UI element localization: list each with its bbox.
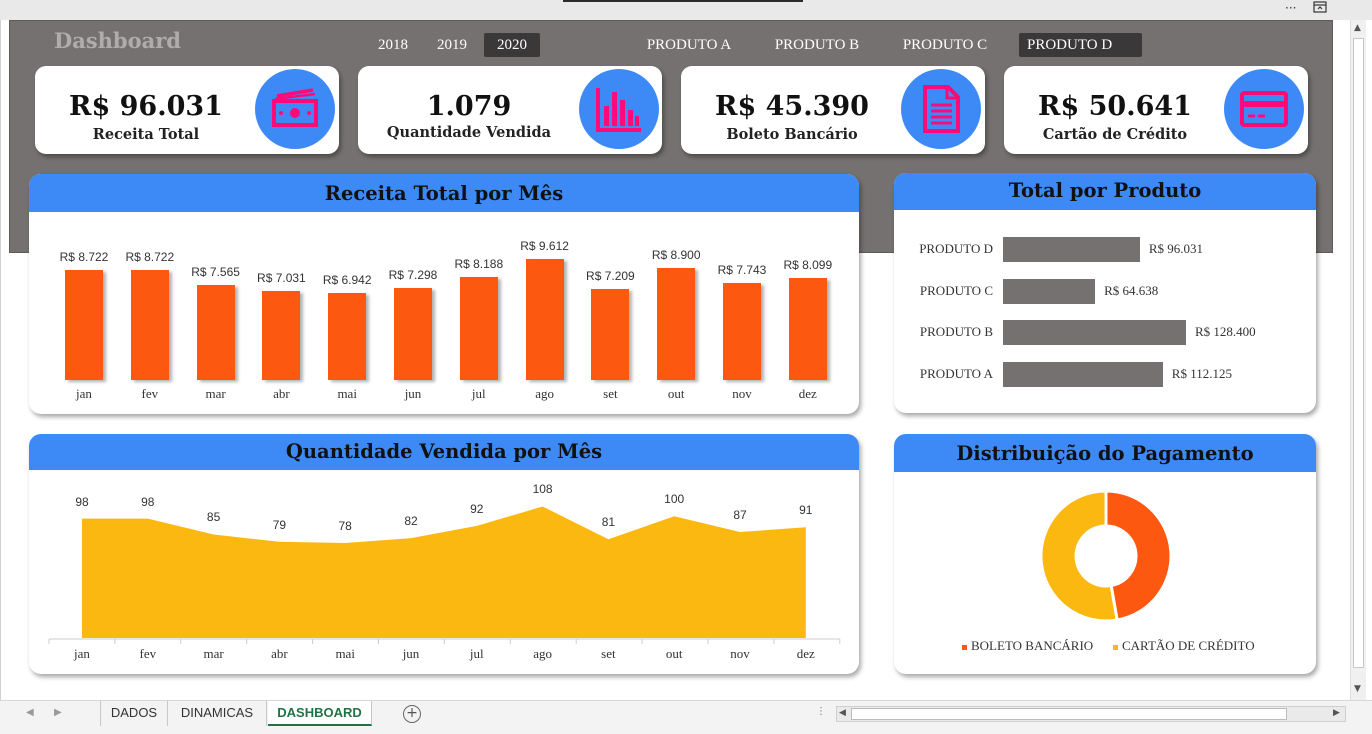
scroll-left-icon[interactable]: ◀ [839, 708, 846, 718]
payment-donut-chart [1039, 489, 1173, 623]
legend-swatch-boleto [962, 644, 967, 650]
h-scroll-thumb[interactable] [851, 708, 1287, 720]
legend-swatch-cartao [1113, 644, 1118, 650]
excel-window: ··· ▲ ▼ Dashboard 2018 2019 2020 PRODUTO… [0, 0, 1372, 734]
legend-cartao: CARTÃO DE CRÉDITO [1113, 638, 1255, 654]
donut-slice-cartao [1039, 489, 1119, 623]
split-handle-icon[interactable]: ⋮ [816, 706, 826, 717]
tab-dashboard[interactable]: DASHBOARD [268, 701, 372, 726]
tab-dinamicas[interactable]: DINAMICAS [168, 701, 267, 726]
next-sheet-icon[interactable]: ▶ [54, 707, 62, 718]
tab-dados[interactable]: DADOS [100, 701, 168, 726]
legend-label-cartao: CARTÃO DE CRÉDITO [1122, 638, 1255, 653]
legend-boleto: BOLETO BANCÁRIO [962, 638, 1093, 654]
add-sheet-icon[interactable]: + [403, 705, 421, 723]
sheet-tab-bar: ◀ ▶ DADOS DINAMICAS DASHBOARD + ⋮ ◀ ▶ [0, 700, 1372, 734]
horizontal-scrollbar[interactable]: ◀ ▶ [836, 706, 1346, 722]
legend-label-boleto: BOLETO BANCÁRIO [971, 638, 1094, 653]
donut-slice-boleto [1104, 489, 1173, 622]
prev-sheet-icon[interactable]: ◀ [26, 707, 34, 718]
scroll-right-icon[interactable]: ▶ [1333, 708, 1340, 718]
